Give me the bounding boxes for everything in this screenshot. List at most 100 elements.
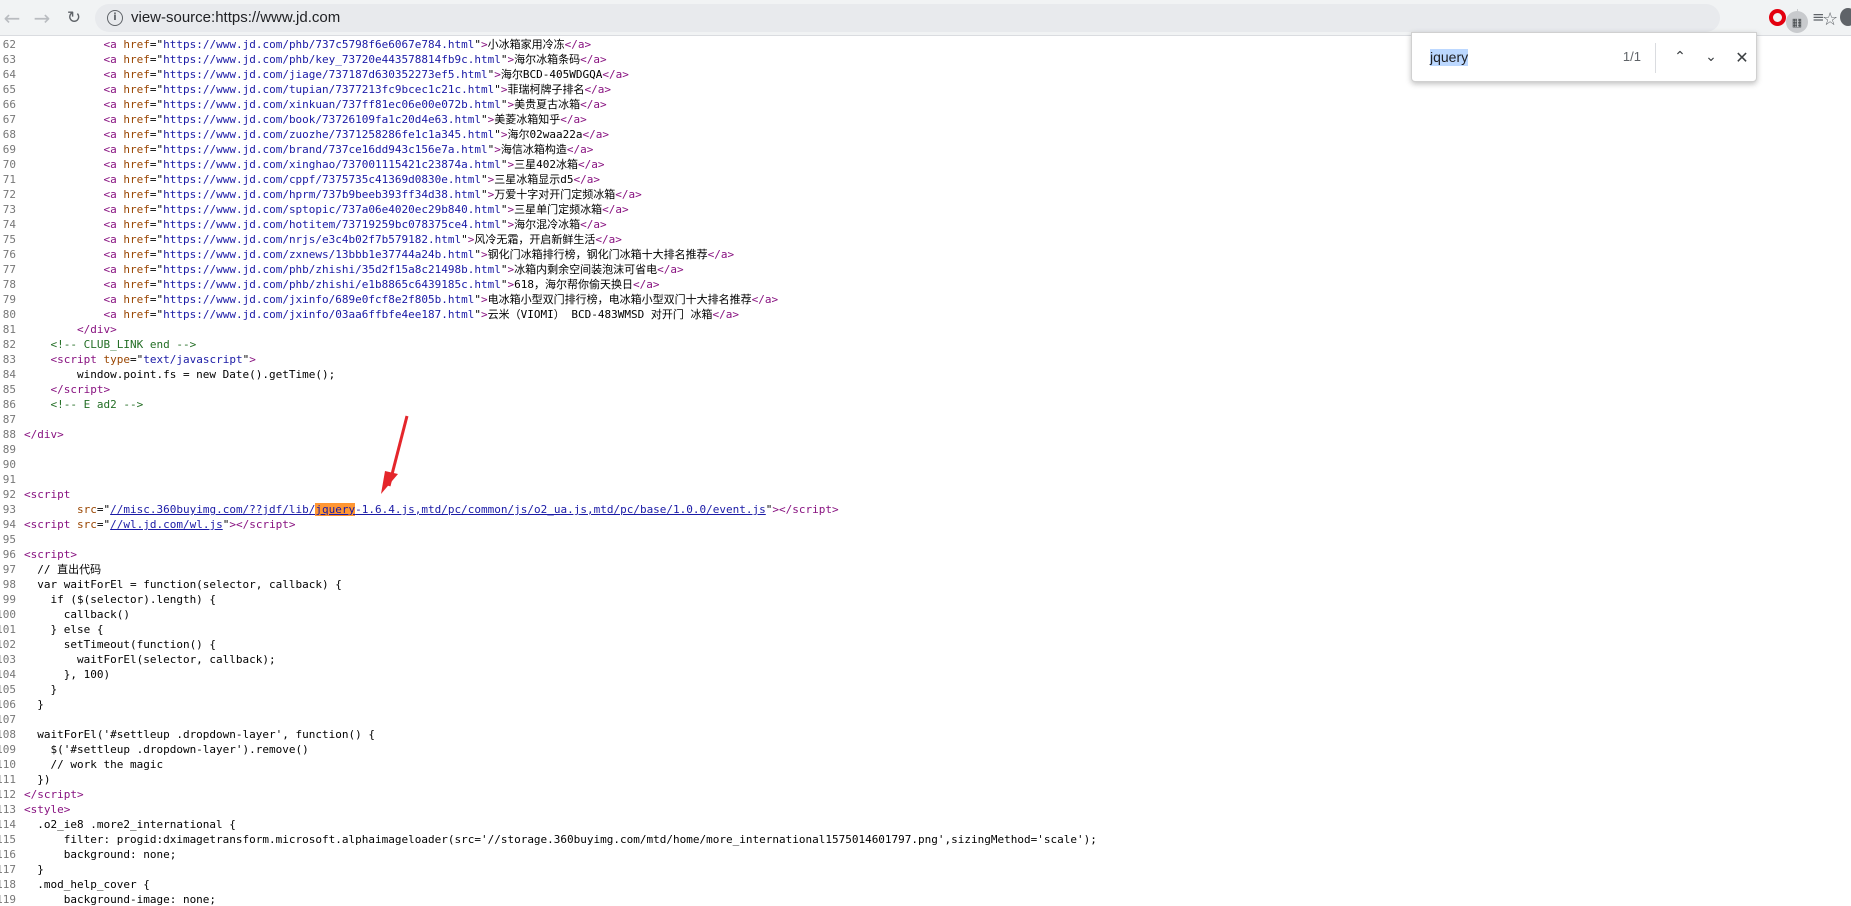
source-line: 66 <a href="https://www.jd.com/xinkuan/7…	[0, 97, 1851, 112]
line-number: 66	[2, 98, 16, 111]
line-code: <style>	[24, 803, 71, 816]
source-line: 78 <a href="https://www.jd.com/phb/zhish…	[0, 277, 1851, 292]
find-match-highlight: jquery	[315, 503, 356, 516]
line-number: 74	[2, 218, 16, 231]
line-number: 94	[2, 518, 16, 531]
source-line: 116 background: none;	[0, 847, 1851, 862]
source-line: 117 }	[0, 862, 1851, 877]
line-number: 81	[2, 323, 16, 336]
line-code: <a href="https://www.jd.com/phb/zhishi/e…	[103, 278, 660, 291]
line-code: setTimeout(function() {	[24, 638, 217, 651]
line-code: </div>	[24, 428, 64, 441]
line-number: 64	[2, 68, 16, 81]
line-number: 87	[2, 413, 16, 426]
line-code: </script>	[24, 788, 84, 801]
line-code: $('#settleup .dropdown-layer').remove()	[24, 743, 309, 756]
source-line: 79 <a href="https://www.jd.com/jxinfo/68…	[0, 292, 1851, 307]
line-number: 106	[0, 698, 16, 711]
line-number: 119	[0, 893, 16, 906]
line-number: 97	[2, 563, 16, 576]
line-code: } else {	[24, 623, 104, 636]
line-code: background: none;	[24, 848, 177, 861]
source-line: 89	[0, 442, 1851, 457]
line-number: 83	[2, 353, 16, 366]
source-line: 103 waitForEl(selector, callback);	[0, 652, 1851, 667]
source-line: 84 window.point.fs = new Date().getTime(…	[0, 367, 1851, 382]
source-line: 74 <a href="https://www.jd.com/hotitem/7…	[0, 217, 1851, 232]
find-input[interactable]: jquery	[1430, 49, 1469, 66]
line-number: 89	[2, 443, 16, 456]
source-line: 119 background-image: none;	[0, 892, 1851, 906]
line-number: 75	[2, 233, 16, 246]
source-line: 114 .o2_ie8 .more2_international {	[0, 817, 1851, 832]
line-code: callback()	[24, 608, 130, 621]
info-icon[interactable]: i	[107, 10, 123, 26]
source-line: 82 <!-- CLUB_LINK end -->	[0, 337, 1851, 352]
line-number: 107	[0, 713, 16, 726]
line-code: .mod_help_cover {	[24, 878, 150, 891]
source-line: 110 // work the magic	[0, 757, 1851, 772]
source-line: 77 <a href="https://www.jd.com/phb/zhish…	[0, 262, 1851, 277]
arrow-right-icon[interactable]: →	[30, 6, 54, 30]
line-number: 68	[2, 128, 16, 141]
line-code: <a href="https://www.jd.com/tupian/73772…	[103, 83, 611, 96]
toolbar-divider	[1797, 9, 1798, 27]
line-code: <a href="https://www.jd.com/cppf/7375735…	[103, 173, 600, 186]
line-code: <a href="https://www.jd.com/zuozhe/73712…	[103, 128, 609, 141]
browser-toolbar: ← → ↻ i view-source:https://www.jd.com ▦…	[0, 0, 1851, 36]
source-line: 75 <a href="https://www.jd.com/nrjs/e3c4…	[0, 232, 1851, 247]
address-bar[interactable]: i view-source:https://www.jd.com ▦ ☆	[95, 4, 1838, 33]
line-code: <script>	[24, 548, 77, 561]
profile-icon[interactable]	[1840, 8, 1851, 26]
line-code: </script>	[50, 383, 111, 396]
source-link[interactable]: //misc.360buyimg.com/??jdf/lib/jquery-1.…	[110, 503, 766, 516]
line-number: 85	[2, 383, 16, 396]
source-line: 101 } else {	[0, 622, 1851, 637]
line-code: // work the magic	[24, 758, 164, 771]
arrow-left-icon[interactable]: ←	[0, 6, 24, 30]
reload-icon[interactable]: ↻	[62, 6, 86, 30]
line-number: 82	[2, 338, 16, 351]
line-code: }	[24, 698, 44, 711]
source-line: 91	[0, 472, 1851, 487]
chevron-down-icon[interactable]: ⌄	[1699, 45, 1723, 69]
line-number: 117	[0, 863, 16, 876]
line-number: 92	[2, 488, 16, 501]
line-code: <!-- E ad2 -->	[50, 398, 144, 411]
line-number: 69	[2, 143, 16, 156]
line-code: waitForEl(selector, callback);	[24, 653, 276, 666]
line-code: <a href="https://www.jd.com/phb/key_7372…	[103, 53, 607, 66]
source-line: 111 })	[0, 772, 1851, 787]
line-code: <script	[24, 488, 71, 501]
source-line: 69 <a href="https://www.jd.com/brand/737…	[0, 142, 1851, 157]
chevron-up-icon[interactable]: ⌃	[1668, 45, 1692, 69]
source-link[interactable]: //wl.jd.com/wl.js	[110, 518, 223, 531]
opera-icon[interactable]	[1769, 9, 1786, 26]
close-icon[interactable]: ✕	[1730, 45, 1754, 69]
source-view[interactable]: 62 <a href="https://www.jd.com/phb/737c5…	[0, 36, 1851, 906]
line-number: 113	[0, 803, 16, 816]
source-line: 67 <a href="https://www.jd.com/book/7372…	[0, 112, 1851, 127]
line-code: var waitForEl = function(selector, callb…	[24, 578, 342, 591]
source-line: 97 // 直出代码	[0, 562, 1851, 577]
line-number: 112	[0, 788, 16, 801]
line-number: 100	[0, 608, 16, 621]
source-line: 104 }, 100)	[0, 667, 1851, 682]
source-line: 106 }	[0, 697, 1851, 712]
line-number: 72	[2, 188, 16, 201]
line-number: 76	[2, 248, 16, 261]
line-code: <a href="https://www.jd.com/sptopic/737a…	[103, 203, 629, 216]
source-line: 73 <a href="https://www.jd.com/sptopic/7…	[0, 202, 1851, 217]
url-text[interactable]: view-source:https://www.jd.com	[131, 9, 340, 26]
line-code: <script type="text/javascript">	[50, 353, 256, 366]
line-code: })	[24, 773, 51, 786]
line-number: 84	[2, 368, 16, 381]
reading-list-icon[interactable]: ≡	[1812, 8, 1825, 26]
line-number: 86	[2, 398, 16, 411]
line-number: 99	[2, 593, 16, 606]
line-code: window.point.fs = new Date().getTime();	[24, 368, 336, 381]
line-number: 108	[0, 728, 16, 741]
line-number: 98	[2, 578, 16, 591]
line-code: <script src="//wl.jd.com/wl.js"></script…	[24, 518, 296, 531]
line-number: 79	[2, 293, 16, 306]
